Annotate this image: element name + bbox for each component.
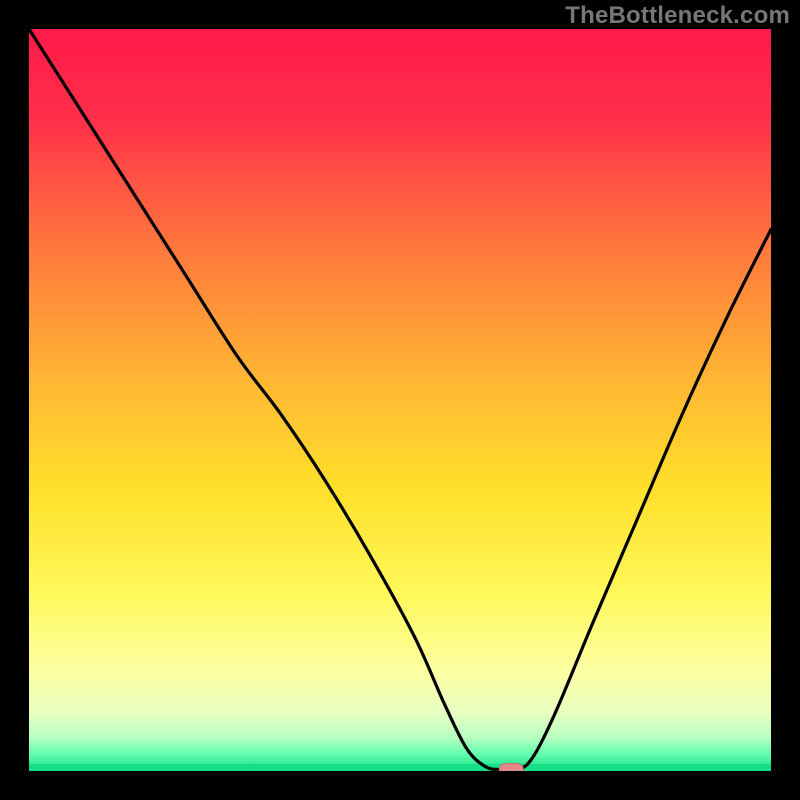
optimal-point-marker: [499, 764, 523, 771]
chart-frame: TheBottleneck.com: [0, 0, 800, 800]
baseline-strip: [29, 764, 771, 771]
gradient-background: [29, 29, 771, 771]
watermark-text: TheBottleneck.com: [565, 2, 790, 30]
plot-area: [29, 29, 771, 771]
bottleneck-chart: [29, 29, 771, 771]
